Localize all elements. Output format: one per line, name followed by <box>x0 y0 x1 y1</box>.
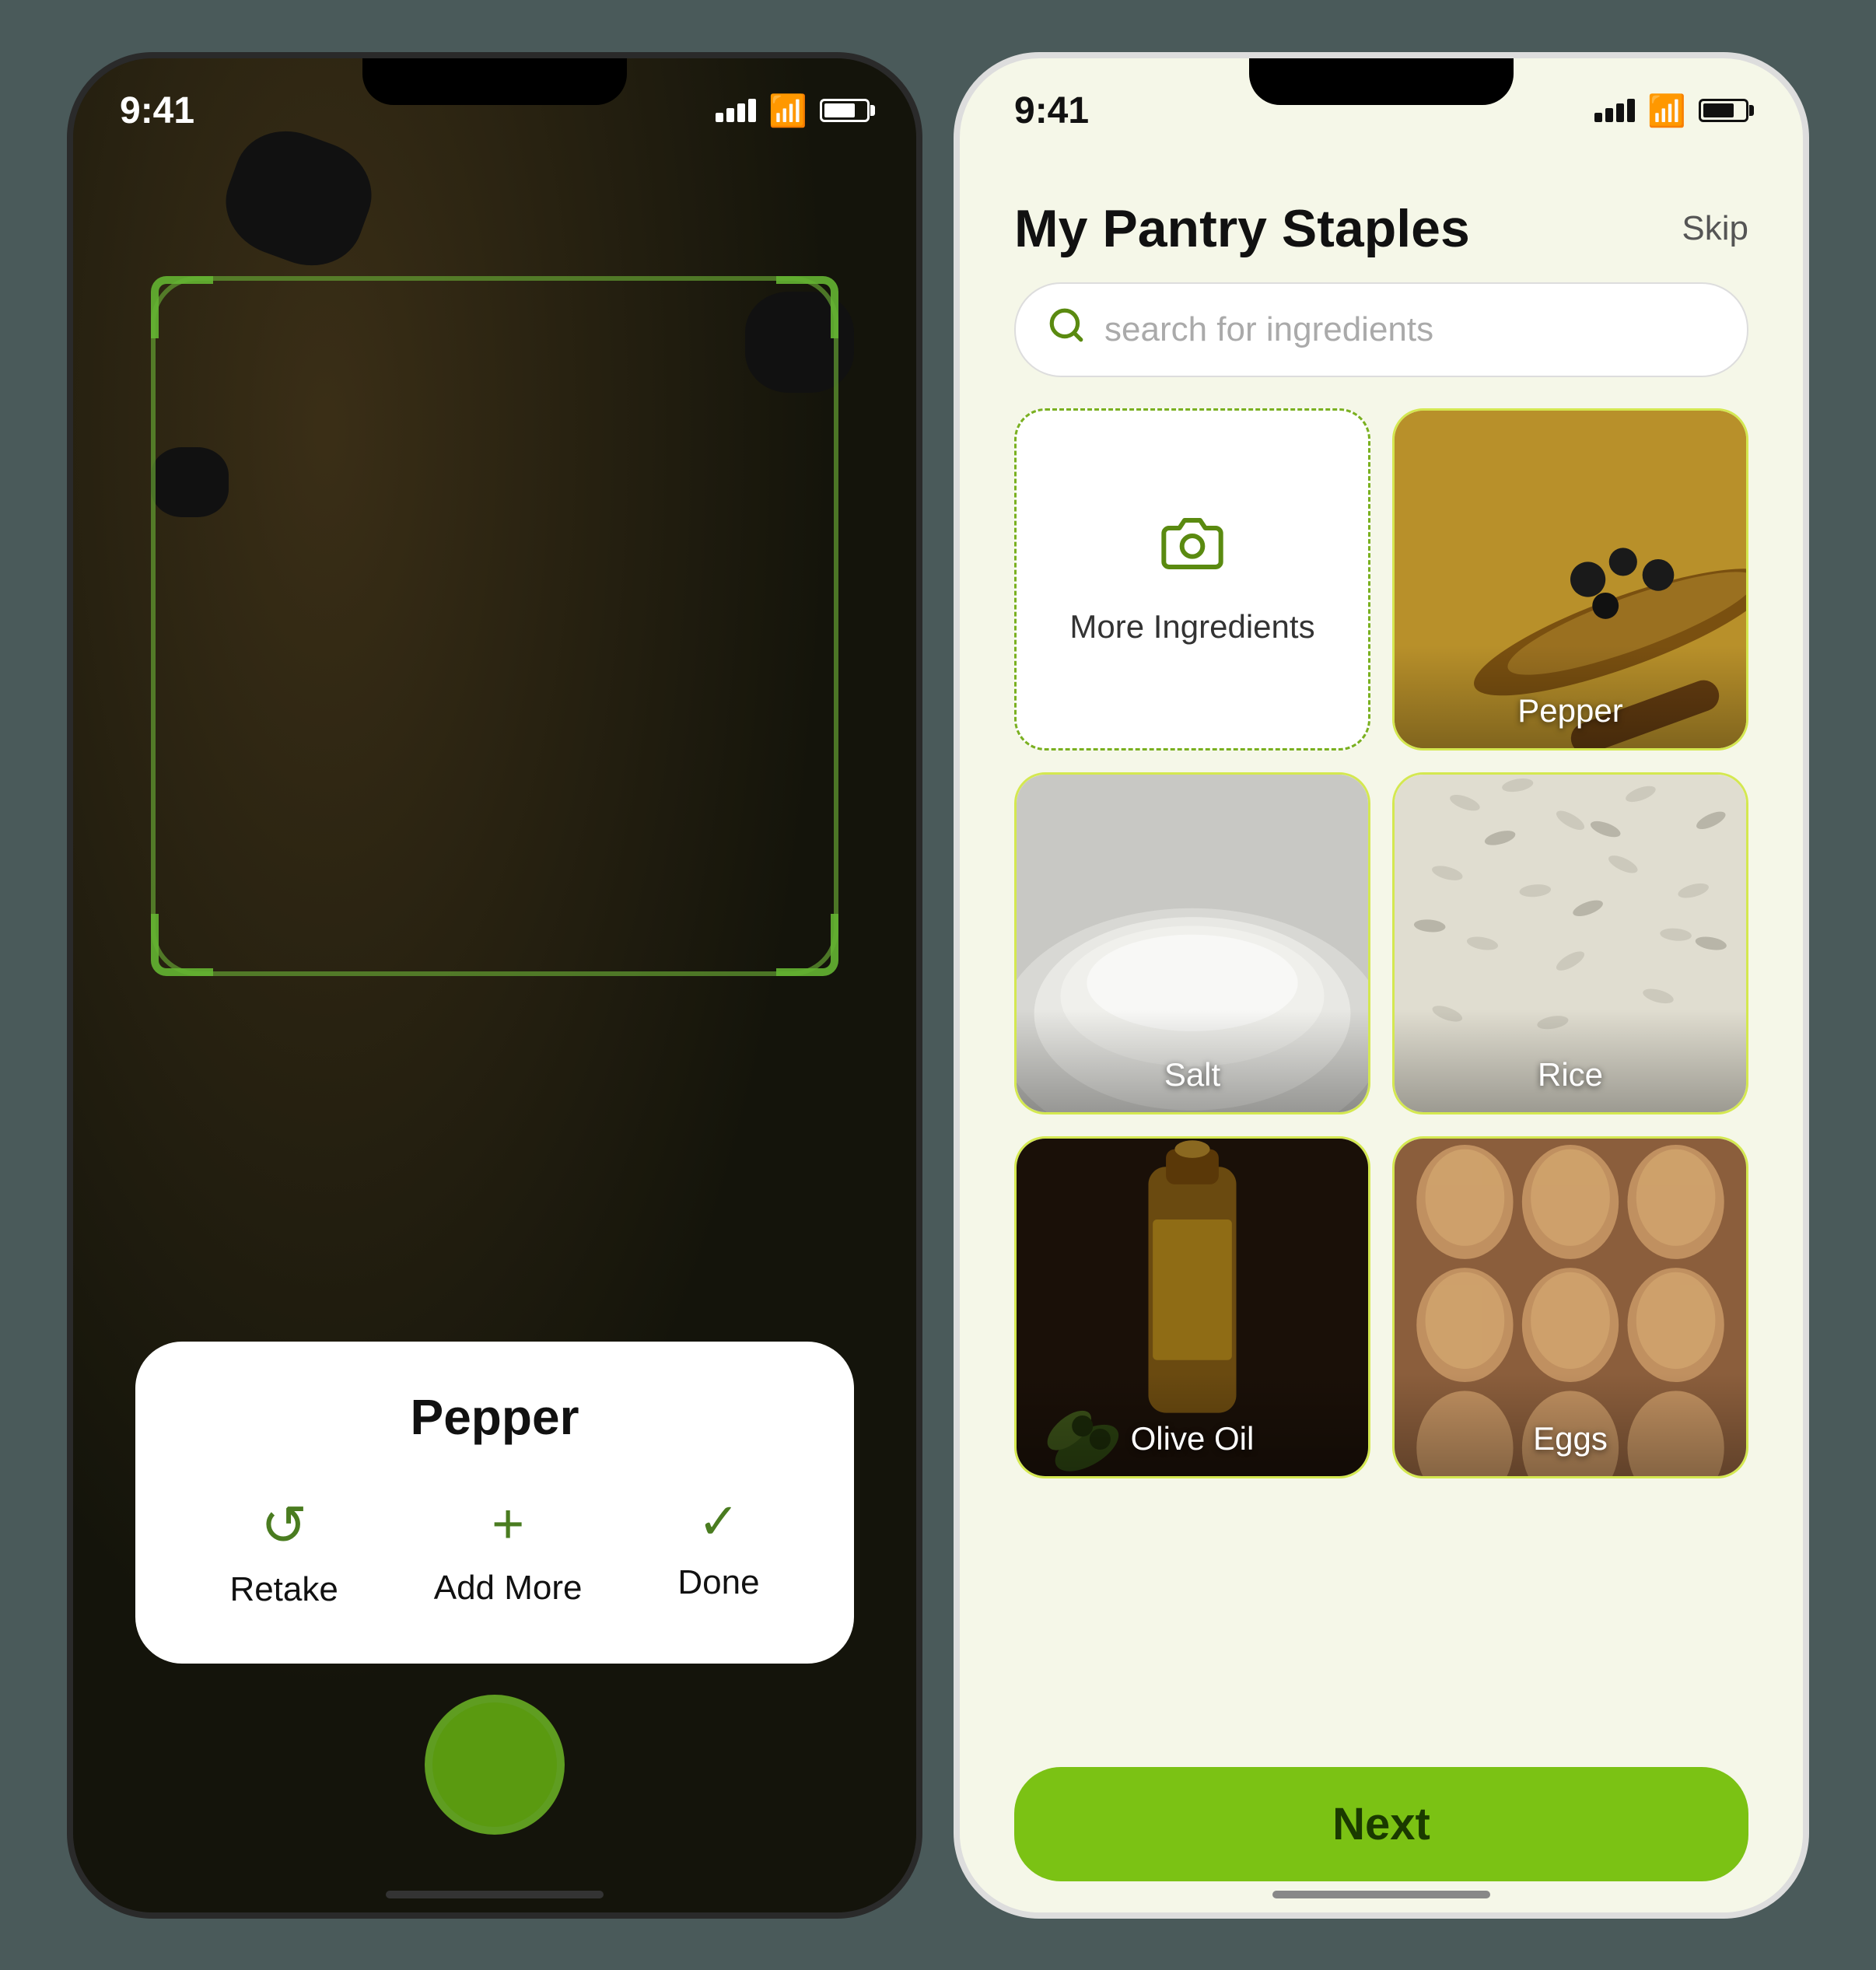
salt-card[interactable]: Salt <box>1014 772 1370 1114</box>
left-phone: 9:41 📶 Pepper ↺ Retake <box>67 52 922 1919</box>
scan-result-card: Pepper ↺ Retake + Add More ✓ Done <box>135 1342 854 1664</box>
shutter-button[interactable] <box>425 1695 565 1835</box>
left-home-indicator <box>386 1891 604 1898</box>
done-label: Done <box>677 1563 759 1602</box>
salt-label-overlay: Salt <box>1017 1009 1368 1112</box>
right-wifi-icon: 📶 <box>1647 93 1686 129</box>
ingredients-grid-mid: Salt <box>960 772 1803 1114</box>
skip-button[interactable]: Skip <box>1682 209 1748 248</box>
right-content: My Pantry Staples Skip search for ingred… <box>960 167 1803 1912</box>
pepper-card[interactable]: Pepper <box>1392 408 1748 751</box>
wifi-icon: 📶 <box>768 93 807 129</box>
right-time: 9:41 <box>1014 89 1089 132</box>
corner-br <box>776 914 838 976</box>
camera-icon <box>1161 513 1223 590</box>
done-action[interactable]: ✓ Done <box>677 1492 759 1602</box>
battery-icon <box>820 99 870 122</box>
corner-tr <box>776 276 838 338</box>
search-bar[interactable]: search for ingredients <box>1014 282 1748 377</box>
done-icon: ✓ <box>698 1492 740 1551</box>
signal-icon <box>716 99 756 122</box>
scan-result-title: Pepper <box>182 1388 807 1446</box>
more-ingredients-label: More Ingredients <box>1069 608 1314 646</box>
search-icon <box>1047 306 1086 354</box>
rice-label-overlay: Rice <box>1395 1009 1746 1112</box>
add-more-icon: + <box>492 1492 524 1556</box>
scanner-frame <box>151 276 838 976</box>
next-button[interactable]: Next <box>1014 1767 1748 1881</box>
corner-tl <box>151 276 213 338</box>
scan-actions: ↺ Retake + Add More ✓ Done <box>182 1492 807 1609</box>
pepper-label-overlay: Pepper <box>1395 646 1746 748</box>
right-phone: 9:41 📶 My Pantry Staples Skip <box>954 52 1809 1919</box>
rice-card[interactable]: Rice <box>1392 772 1748 1114</box>
ingredients-grid-top: More Ingredients Pepper <box>960 408 1803 751</box>
pantry-header: My Pantry Staples Skip <box>960 167 1803 282</box>
rice-label: Rice <box>1538 1056 1603 1093</box>
retake-icon: ↺ <box>261 1492 307 1558</box>
left-time: 9:41 <box>120 89 194 132</box>
right-home-indicator <box>1272 1891 1490 1898</box>
salt-label: Salt <box>1164 1056 1220 1093</box>
olive-oil-label: Olive Oil <box>1131 1420 1255 1457</box>
right-notch <box>1249 58 1514 105</box>
eggs-card[interactable]: Eggs <box>1392 1136 1748 1478</box>
right-signal-icon <box>1594 99 1635 122</box>
retake-action[interactable]: ↺ Retake <box>229 1492 338 1609</box>
page-title: My Pantry Staples <box>1014 198 1470 259</box>
corner-bl <box>151 914 213 976</box>
right-status-icons: 📶 <box>1594 93 1748 129</box>
search-input[interactable]: search for ingredients <box>1104 310 1433 349</box>
left-notch <box>362 58 627 105</box>
add-more-action[interactable]: + Add More <box>434 1492 583 1608</box>
eggs-label-overlay: Eggs <box>1395 1373 1746 1476</box>
ingredients-grid-bottom: Olive Oil <box>960 1136 1803 1696</box>
add-more-label: Add More <box>434 1569 583 1608</box>
olive-oil-card[interactable]: Olive Oil <box>1014 1136 1370 1478</box>
add-more-card[interactable]: More Ingredients <box>1014 408 1370 751</box>
left-status-icons: 📶 <box>716 93 870 129</box>
olive-oil-label-overlay: Olive Oil <box>1017 1373 1368 1476</box>
eggs-label: Eggs <box>1533 1420 1608 1457</box>
pepper-label: Pepper <box>1517 692 1622 729</box>
right-battery-icon <box>1699 99 1748 122</box>
retake-label: Retake <box>229 1570 338 1609</box>
